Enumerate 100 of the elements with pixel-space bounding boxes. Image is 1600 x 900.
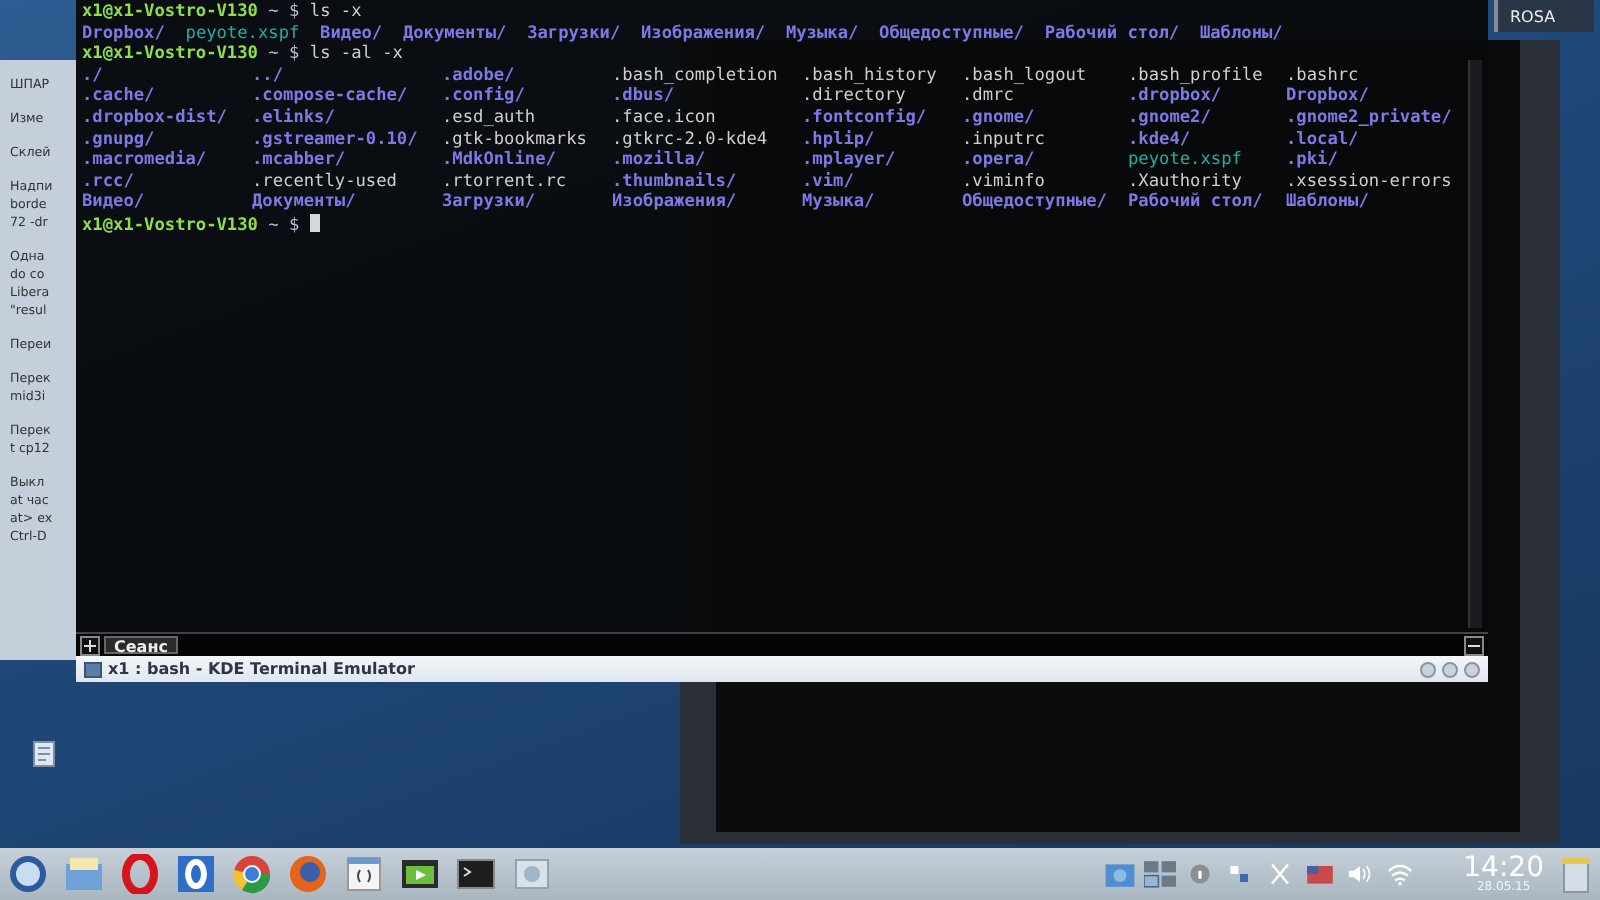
file-name: Dropbox/	[1286, 86, 1369, 107]
file-name: .opera/	[962, 150, 1035, 171]
file-name: .viminfo	[962, 171, 1045, 192]
prompt-symbol: $	[289, 215, 300, 236]
file-name: .MdkOnline/	[442, 150, 556, 171]
letter-o-icon[interactable]	[176, 854, 216, 894]
file-name: .bashrc	[1286, 65, 1359, 86]
plus-icon	[84, 640, 96, 653]
close-tab-button[interactable]	[1464, 636, 1484, 656]
file-name: .kde4/	[1128, 129, 1191, 150]
window-title: x1 : bash - KDE Terminal Emulator	[108, 657, 415, 681]
file-name: .elinks/	[252, 107, 335, 128]
minus-icon	[1468, 640, 1480, 653]
file-name: .directory	[802, 86, 906, 107]
file-name: .compose-cache/	[252, 86, 408, 107]
file-name: .dmrc	[962, 86, 1014, 107]
file-name: .gtkrc-2.0-kde4	[612, 129, 768, 150]
prompt-host: x1@x1-Vostro-V130	[82, 2, 258, 22]
file-name: .rtorrent.rc	[442, 171, 567, 192]
folder-icon[interactable]	[1103, 858, 1136, 890]
file-name: Рабочий стол/	[1128, 192, 1263, 213]
trash-icon[interactable]	[1560, 854, 1592, 894]
file-name: Документы/	[402, 23, 507, 44]
file-name: .vim/	[802, 171, 854, 192]
command-text: ls -x	[309, 2, 362, 22]
terminal-icon	[84, 661, 102, 677]
command-text: ls -al -x	[309, 44, 403, 65]
prompt-symbol: $	[289, 2, 300, 22]
document-icon[interactable]	[32, 739, 56, 768]
file-name: .gnome/	[962, 107, 1035, 128]
file-name: Общедоступные/	[879, 23, 1024, 44]
prompt-host: x1@x1-Vostro-V130	[82, 215, 258, 236]
file-name: .macromedia/	[82, 150, 207, 171]
file-name: Видео/	[82, 192, 145, 213]
file-name: .mplayer/	[802, 150, 896, 171]
new-tab-button[interactable]	[80, 636, 100, 656]
file-name: .mcabber/	[252, 150, 346, 171]
file-name: .esd_auth	[442, 107, 536, 128]
file-name: .bash_logout	[962, 65, 1087, 86]
file-name: .gstreamer-0.10/	[252, 129, 418, 150]
menu-icon[interactable]	[8, 854, 48, 894]
file-name: .pki/	[1286, 150, 1338, 171]
file-name: .rcc/	[82, 171, 134, 192]
session-tab[interactable]: Сеанс	[104, 636, 178, 654]
close-button[interactable]	[1464, 661, 1480, 677]
terminal-icon[interactable]	[456, 854, 496, 894]
file-name: Шаблоны/	[1199, 23, 1283, 44]
prompt-path: ~	[268, 215, 279, 236]
file-name: .gnome2_private/	[1286, 107, 1452, 128]
scrollbar[interactable]	[1468, 60, 1482, 628]
file-name: .bash_profile	[1128, 65, 1263, 86]
file-name: Загрузки/	[442, 192, 536, 213]
file-name: .bash_completion	[612, 65, 778, 86]
file-name: Музыка/	[785, 23, 859, 44]
video-player-icon[interactable]	[400, 854, 440, 894]
help-button[interactable]	[1420, 661, 1436, 677]
file-name: .local/	[1286, 129, 1359, 150]
file-name: peyote.xspf	[185, 23, 300, 44]
file-name: .gnome2/	[1128, 107, 1211, 128]
file-name: Музыка/	[802, 192, 875, 213]
desktop-pager-icon[interactable]	[1143, 858, 1176, 890]
widget-label: ROSA	[1494, 0, 1594, 32]
tray-icon[interactable]	[512, 854, 552, 894]
calendar-icon[interactable]	[344, 854, 384, 894]
file-name: Шаблоны/	[1286, 192, 1369, 213]
file-name: .bash_history	[802, 65, 937, 86]
file-name: .config/	[442, 86, 525, 107]
file-name: Изображения/	[641, 23, 766, 44]
prompt-path: ~	[268, 44, 279, 65]
file-name: .face.icon	[612, 107, 716, 128]
file-name: Общедоступные/	[962, 192, 1107, 213]
file-name: ../	[252, 65, 284, 86]
file-name: peyote.xspf	[1128, 150, 1242, 171]
file-name: .mozilla/	[612, 150, 706, 171]
file-name: .dbus/	[612, 86, 675, 107]
file-name: .xsession-errors	[1286, 171, 1452, 192]
file-name: Изображения/	[612, 192, 737, 213]
file-name: ./	[82, 65, 103, 86]
file-name: Рабочий стол/	[1044, 23, 1180, 44]
file-name: .dropbox/	[1128, 86, 1222, 107]
file-name: .cache/	[82, 86, 155, 107]
minimize-button[interactable]	[1442, 661, 1458, 677]
folder-icon[interactable]	[64, 854, 104, 894]
file-name: .thumbnails/	[612, 171, 737, 192]
file-name: .hplip/	[802, 129, 875, 150]
browser-icon[interactable]	[232, 854, 272, 894]
file-name: .fontconfig/	[802, 107, 927, 128]
file-name: .dropbox-dist/	[82, 107, 227, 128]
file-name: Документы/	[252, 192, 356, 213]
file-name: .adobe/	[442, 65, 515, 86]
file-name: .inputrc	[962, 129, 1045, 150]
globe-icon[interactable]	[288, 854, 328, 894]
file-name: .gnupg/	[82, 129, 155, 150]
file-name: Видео/	[320, 23, 383, 44]
file-name: .Xauthority	[1128, 171, 1242, 192]
prompt-symbol: $	[289, 44, 300, 65]
file-name: Dropbox/	[82, 23, 165, 44]
file-name: .recently-used	[252, 171, 397, 192]
prompt-host: x1@x1-Vostro-V130	[82, 44, 258, 65]
prompt-path: ~	[268, 2, 279, 22]
